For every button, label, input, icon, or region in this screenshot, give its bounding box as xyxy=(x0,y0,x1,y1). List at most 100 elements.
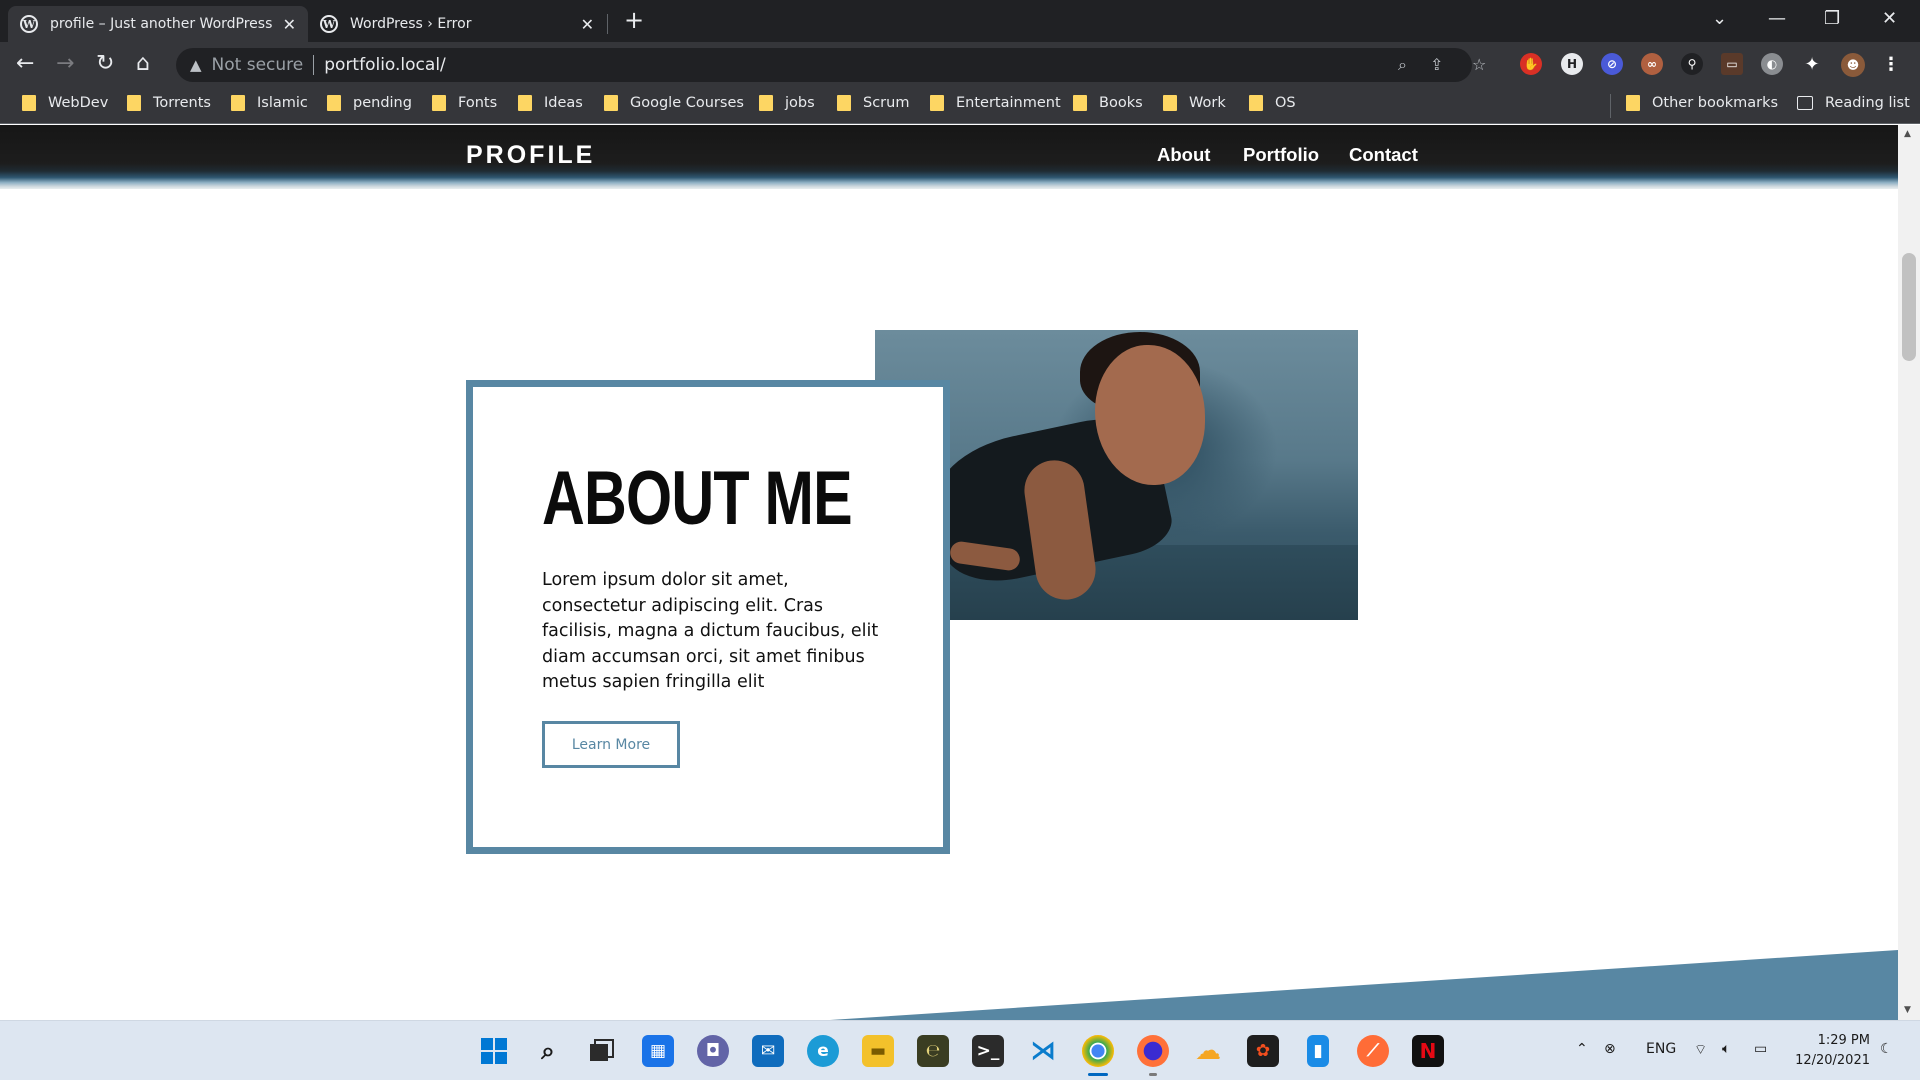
close-window-button[interactable]: ✕ xyxy=(1882,8,1897,29)
scroll-up-icon[interactable]: ▲ xyxy=(1904,129,1911,139)
warning-icon[interactable]: ▲ xyxy=(190,56,202,74)
url-text[interactable]: portfolio.local/ xyxy=(324,55,446,75)
tab-search-icon[interactable]: ⌄ xyxy=(1712,8,1727,29)
browser-tab-error[interactable]: W WordPress › Error ✕ xyxy=(308,6,606,42)
folder-icon xyxy=(1626,95,1640,111)
learn-more-button[interactable]: Learn More xyxy=(542,721,680,768)
address-bar[interactable]: ▲ Not secure portfolio.local/ ⌕ ⇪ ☆ xyxy=(176,48,1486,82)
close-tab-icon[interactable]: ✕ xyxy=(581,15,594,34)
bookmark-google-courses[interactable]: Google Courses xyxy=(604,95,744,111)
battery-icon[interactable]: ▭ xyxy=(1754,1041,1767,1057)
extension-block-icon[interactable]: ⊘ xyxy=(1601,53,1623,75)
chevron-up-icon[interactable]: ⌃ xyxy=(1576,1041,1588,1057)
reading-list-icon xyxy=(1797,96,1813,110)
bookmark-scrum[interactable]: Scrum xyxy=(837,95,909,111)
kebab-menu-icon[interactable]: ⋮ xyxy=(1880,53,1902,75)
home-button[interactable]: ⌂ xyxy=(136,52,150,76)
firefox-running-indicator xyxy=(1149,1073,1157,1076)
star-icon[interactable]: ☆ xyxy=(1472,55,1486,74)
other-bookmarks[interactable]: Other bookmarks xyxy=(1626,95,1778,111)
nav-portfolio[interactable]: Portfolio xyxy=(1243,144,1319,166)
clock-date: 12/20/2021 xyxy=(1795,1053,1870,1068)
restore-button[interactable]: ❐ xyxy=(1824,8,1840,29)
bookmark-entertainment[interactable]: Entertainment xyxy=(930,95,1061,111)
wordpress-icon: W xyxy=(320,15,338,33)
language-indicator[interactable]: ENG xyxy=(1646,1041,1676,1057)
site-brand[interactable]: PROFILE xyxy=(466,141,595,170)
bookmark-islamic[interactable]: Islamic xyxy=(231,95,308,111)
puzzle-icon[interactable]: ✦ xyxy=(1801,53,1823,75)
page-scrollbar[interactable]: ▲ ▼ xyxy=(1898,125,1920,1020)
reload-button[interactable]: ↻ xyxy=(96,52,114,76)
volume-icon[interactable]: 🔈︎ xyxy=(1722,1041,1730,1057)
extension-screen-icon[interactable]: ▭ xyxy=(1721,53,1743,75)
browser-tab-profile[interactable]: W profile – Just another WordPress ✕ xyxy=(8,6,308,42)
app-blue-icon[interactable]: ▮ xyxy=(1307,1035,1329,1067)
scrollbar-thumb[interactable] xyxy=(1902,253,1916,361)
postman-icon[interactable]: ⟋ xyxy=(1357,1035,1389,1067)
extension-shield-icon[interactable]: ◐ xyxy=(1761,53,1783,75)
windows-start-icon[interactable] xyxy=(478,1035,510,1067)
search-icon[interactable]: ⌕ xyxy=(532,1035,564,1067)
folder-icon xyxy=(1073,95,1087,111)
browser-toolbar: ← → ↻ ⌂ ▲ Not secure portfolio.local/ ⌕ … xyxy=(0,42,1920,88)
bookmark-fonts[interactable]: Fonts xyxy=(432,95,497,111)
reading-list[interactable]: Reading list xyxy=(1797,95,1910,111)
clock-time: 1:29 PM xyxy=(1817,1033,1870,1048)
profile-avatar-icon[interactable]: ☻ xyxy=(1841,53,1865,77)
extension-h-icon[interactable]: H xyxy=(1561,53,1583,75)
vscode-icon[interactable]: ⋊ xyxy=(1027,1035,1059,1067)
widgets-icon[interactable]: ▦ xyxy=(642,1035,674,1067)
chrome-icon[interactable] xyxy=(1082,1035,1114,1067)
adblock-icon[interactable]: ✋ xyxy=(1520,53,1542,75)
tab-separator xyxy=(607,14,608,34)
tab-title: profile – Just another WordPress xyxy=(50,16,273,32)
figma-icon[interactable]: ✿ xyxy=(1247,1035,1279,1067)
terminal-icon[interactable]: >_ xyxy=(972,1035,1004,1067)
site-header: PROFILE About Portfolio Contact xyxy=(0,125,1898,183)
folder-icon xyxy=(837,95,851,111)
system-clock[interactable]: 1:29 PM 12/20/2021 xyxy=(1790,1031,1870,1071)
bookmark-os[interactable]: OS xyxy=(1249,95,1296,111)
scroll-down-icon[interactable]: ▼ xyxy=(1904,1005,1911,1015)
mail-icon[interactable]: ✉ xyxy=(752,1035,784,1067)
bookmark-books[interactable]: Books xyxy=(1073,95,1143,111)
bookmark-ideas[interactable]: Ideas xyxy=(518,95,583,111)
nav-contact[interactable]: Contact xyxy=(1349,144,1418,166)
bookmark-jobs[interactable]: jobs xyxy=(759,95,815,111)
zoom-icon[interactable]: ⌕ xyxy=(1398,55,1407,75)
file-explorer-icon[interactable]: ▬ xyxy=(862,1035,894,1067)
folder-icon xyxy=(327,95,341,111)
folder-icon xyxy=(231,95,245,111)
security-label[interactable]: Not secure xyxy=(212,55,304,75)
notification-icon[interactable]: ☾ xyxy=(1880,1041,1893,1057)
folder-icon xyxy=(930,95,944,111)
teams-chat-icon[interactable]: ◘ xyxy=(697,1035,729,1067)
minimize-button[interactable]: — xyxy=(1768,8,1786,29)
task-view-icon[interactable] xyxy=(586,1035,618,1067)
folder-icon xyxy=(1163,95,1177,111)
bookmark-webdev[interactable]: WebDev xyxy=(22,95,108,111)
extension-glasses-icon[interactable]: ∞ xyxy=(1641,53,1663,75)
share-icon[interactable]: ⇪ xyxy=(1430,55,1443,74)
new-tab-button[interactable]: + xyxy=(624,8,644,32)
firefox-icon[interactable] xyxy=(1137,1035,1169,1067)
bookmarks-divider xyxy=(1610,94,1611,118)
extension-key-icon[interactable]: ⚲ xyxy=(1681,53,1703,75)
bookmark-work[interactable]: Work xyxy=(1163,95,1226,111)
about-title: ABOUT ME xyxy=(542,456,853,541)
forward-button[interactable]: → xyxy=(56,52,74,76)
app-yellow-icon[interactable]: ☁ xyxy=(1192,1035,1224,1067)
tab-strip: W profile – Just another WordPress ✕ W W… xyxy=(0,0,1920,42)
netflix-icon[interactable]: N xyxy=(1412,1035,1444,1067)
edge-icon[interactable]: e xyxy=(807,1035,839,1067)
nav-about[interactable]: About xyxy=(1157,144,1210,166)
back-button[interactable]: ← xyxy=(16,52,34,76)
bookmark-pending[interactable]: pending xyxy=(327,95,412,111)
folder-icon xyxy=(1249,95,1263,111)
bookmark-torrents[interactable]: Torrents xyxy=(127,95,211,111)
network-error-icon[interactable]: ⊗ xyxy=(1604,1041,1616,1057)
app-e-icon[interactable]: ℮ xyxy=(917,1035,949,1067)
wifi-icon[interactable]: ⌔ xyxy=(1694,1041,1707,1059)
close-tab-icon[interactable]: ✕ xyxy=(283,15,296,34)
